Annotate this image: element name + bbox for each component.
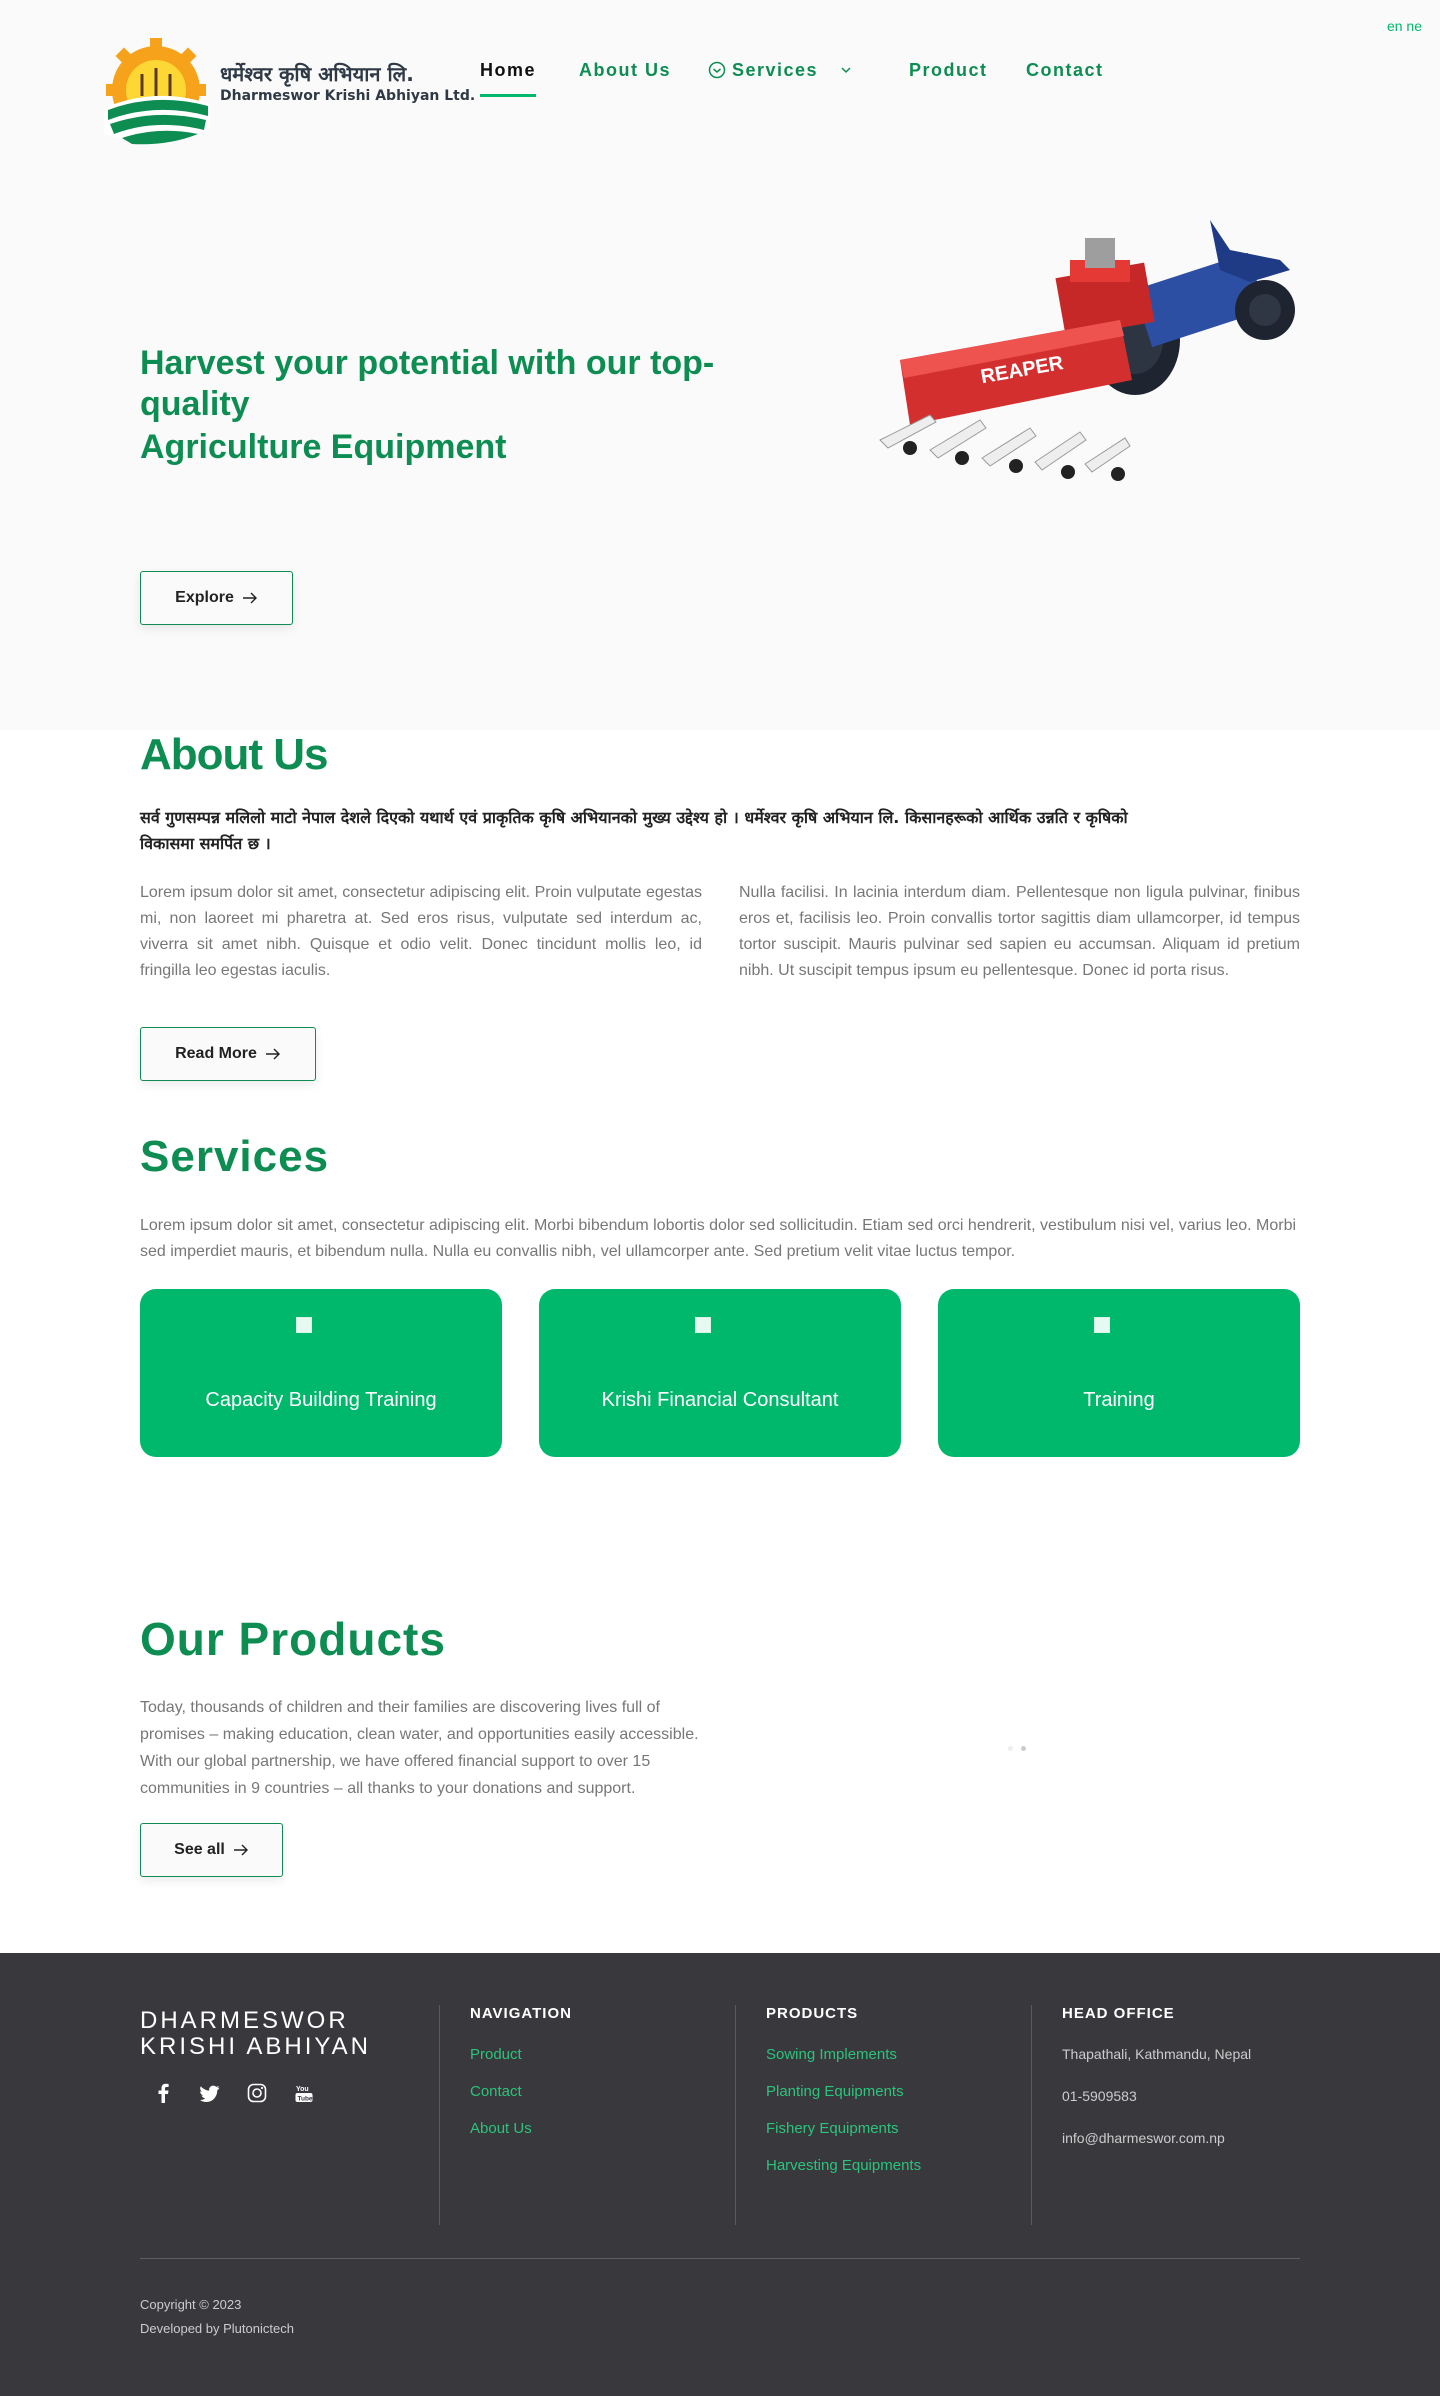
nav-services-label: Services: [732, 60, 819, 80]
social-links: You Tube: [150, 2083, 338, 2110]
chevron-down-icon: [841, 67, 851, 74]
services-description: Lorem ipsum dolor sit amet, consectetur …: [140, 1217, 1297, 1260]
footer-products: PRODUCTS Sowing Implements Planting Equi…: [735, 2005, 921, 2225]
site-footer: DHARMESWOR KRISHI ABHIYAN You Tube NAVIGA…: [0, 1953, 1440, 2396]
check-circle-icon: [708, 61, 726, 79]
footer-address: Thapathali, Kathmandu, Nepal: [1062, 2046, 1252, 2062]
arrow-right-icon: [265, 1048, 280, 1060]
about-nepali-text: सर्व गुणसम्पन्न मलिलो माटो नेपाल देशले द…: [140, 808, 1128, 853]
broken-image-icon: [695, 1317, 711, 1333]
developer-credit: Developed by Plutonictech: [140, 2321, 294, 2336]
about-paragraph-left: Lorem ipsum dolor sit amet, consectetur …: [140, 884, 702, 979]
explore-button-label: Explore: [175, 589, 234, 606]
svg-text:You: You: [296, 2086, 309, 2093]
hero-section: Harvest your potential with our top-qual…: [0, 160, 1440, 730]
nav-contact[interactable]: Contact: [1026, 60, 1104, 81]
service-card-label: Krishi Financial Consultant: [601, 1389, 839, 1411]
see-all-button[interactable]: See all: [140, 1823, 283, 1877]
footer-divider: [140, 2258, 1300, 2259]
nav-product[interactable]: Product: [909, 60, 988, 81]
footer-link-about-us[interactable]: About Us: [470, 2120, 572, 2137]
service-card[interactable]: Krishi Financial Consultant: [539, 1289, 901, 1457]
carousel-dots[interactable]: [1008, 1738, 1034, 1756]
copyright-text: Copyright © 2023: [140, 2297, 242, 2312]
site-logo[interactable]: धर्मेश्वर कृषि अभियान लि. Dharmeswor Kri…: [98, 38, 475, 148]
logo-text-nepali: धर्मेश्वर कृषि अभियान लि.: [220, 62, 414, 86]
hero-title: Harvest your potential with our top-qual…: [140, 344, 715, 423]
footer-office-heading: HEAD OFFICE: [1062, 2005, 1175, 2022]
arrow-right-icon: [242, 592, 257, 604]
read-more-button[interactable]: Read More: [140, 1027, 316, 1081]
footer-phone: 01-5909583: [1062, 2088, 1137, 2104]
logo-text-english: Dharmeswor Krishi Abhiyan Ltd.: [220, 88, 476, 104]
service-card-label: Capacity Building Training: [205, 1389, 437, 1411]
footer-link-fishery-equipments[interactable]: Fishery Equipments: [766, 2120, 921, 2137]
reaper-machine-image: REAPER: [879, 220, 1295, 481]
footer-email: info@dharmeswor.com.np: [1062, 2130, 1225, 2146]
instagram-icon[interactable]: [244, 2083, 270, 2109]
read-more-button-label: Read More: [175, 1045, 257, 1062]
footer-navigation: NAVIGATION Product Contact About Us: [439, 2005, 572, 2225]
service-card[interactable]: Capacity Building Training: [140, 1289, 502, 1457]
facebook-icon[interactable]: [150, 2083, 176, 2109]
broken-image-icon: [1094, 1317, 1110, 1333]
footer-nav-heading: NAVIGATION: [470, 2005, 572, 2022]
nav-about-us[interactable]: About Us: [579, 60, 671, 81]
broken-image-icon: [296, 1317, 312, 1333]
hero-title-emphasis: Agriculture Equipment: [140, 428, 507, 466]
nav-services[interactable]: Services: [708, 60, 853, 81]
carousel-dot[interactable]: [1008, 1746, 1013, 1751]
language-switcher[interactable]: en ne: [1387, 18, 1422, 34]
footer-link-sowing-implements[interactable]: Sowing Implements: [766, 2046, 921, 2063]
arrow-right-icon: [233, 1844, 248, 1856]
youtube-icon[interactable]: You Tube: [291, 2083, 317, 2109]
service-card-label: Training: [1083, 1389, 1155, 1411]
about-title: About Us: [140, 730, 329, 779]
logo-emblem-icon: [104, 38, 210, 145]
footer-link-product[interactable]: Product: [470, 2046, 572, 2063]
carousel-dot-active[interactable]: [1021, 1746, 1026, 1751]
products-title: Our Products: [140, 1613, 446, 1665]
nav-home[interactable]: Home: [480, 60, 537, 97]
service-card[interactable]: Training: [938, 1289, 1300, 1457]
twitter-icon[interactable]: [197, 2084, 223, 2110]
site-header: धर्मेश्वर कृषि अभियान लि. Dharmeswor Kri…: [0, 0, 1440, 160]
footer-link-contact[interactable]: Contact: [470, 2083, 572, 2100]
about-paragraph-right: Nulla facilisi. In lacinia interdum diam…: [739, 884, 1300, 979]
footer-link-planting-equipments[interactable]: Planting Equipments: [766, 2083, 921, 2100]
footer-brand-line1: DHARMESWOR: [140, 2007, 349, 2034]
footer-link-harvesting-equipments[interactable]: Harvesting Equipments: [766, 2157, 921, 2174]
products-description: Today, thousands of children and their f…: [140, 1699, 699, 1797]
see-all-button-label: See all: [174, 1841, 225, 1858]
explore-button[interactable]: Explore: [140, 571, 293, 625]
svg-text:Tube: Tube: [298, 2096, 313, 2103]
services-title: Services: [140, 1132, 330, 1181]
footer-copyright: Copyright © 2023 Developed by Plutonicte…: [140, 2293, 294, 2341]
footer-products-heading: PRODUCTS: [766, 2005, 859, 2022]
footer-head-office: HEAD OFFICE Thapathali, Kathmandu, Nepal…: [1031, 2005, 1251, 2225]
footer-brand: DHARMESWOR KRISHI ABHIYAN: [140, 2008, 371, 2060]
footer-brand-line2: KRISHI ABHIYAN: [140, 2033, 371, 2060]
